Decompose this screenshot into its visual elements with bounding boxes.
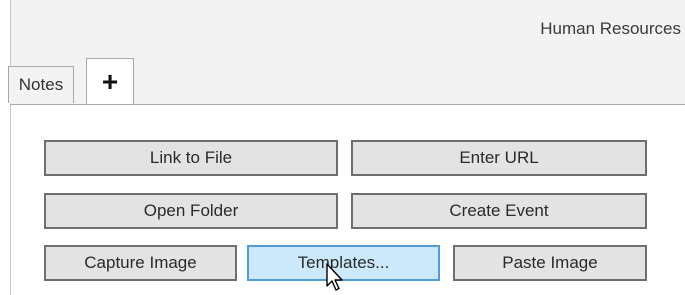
app-window: Human Resources Notes + Link to File Ent… [0,0,685,295]
create-event-button[interactable]: Create Event [351,193,647,229]
plus-icon: + [101,65,119,97]
capture-image-button[interactable]: Capture Image [44,245,237,281]
enter-url-button[interactable]: Enter URL [351,140,647,176]
section-title: Human Resources [540,19,681,38]
open-folder-button[interactable]: Open Folder [44,193,338,229]
mouse-pointer-icon [326,263,343,291]
paste-image-button[interactable]: Paste Image [453,245,647,281]
link-to-file-button[interactable]: Link to File [44,140,338,176]
tab-notes[interactable]: Notes [8,66,74,103]
add-tab-button[interactable]: + [86,58,134,105]
